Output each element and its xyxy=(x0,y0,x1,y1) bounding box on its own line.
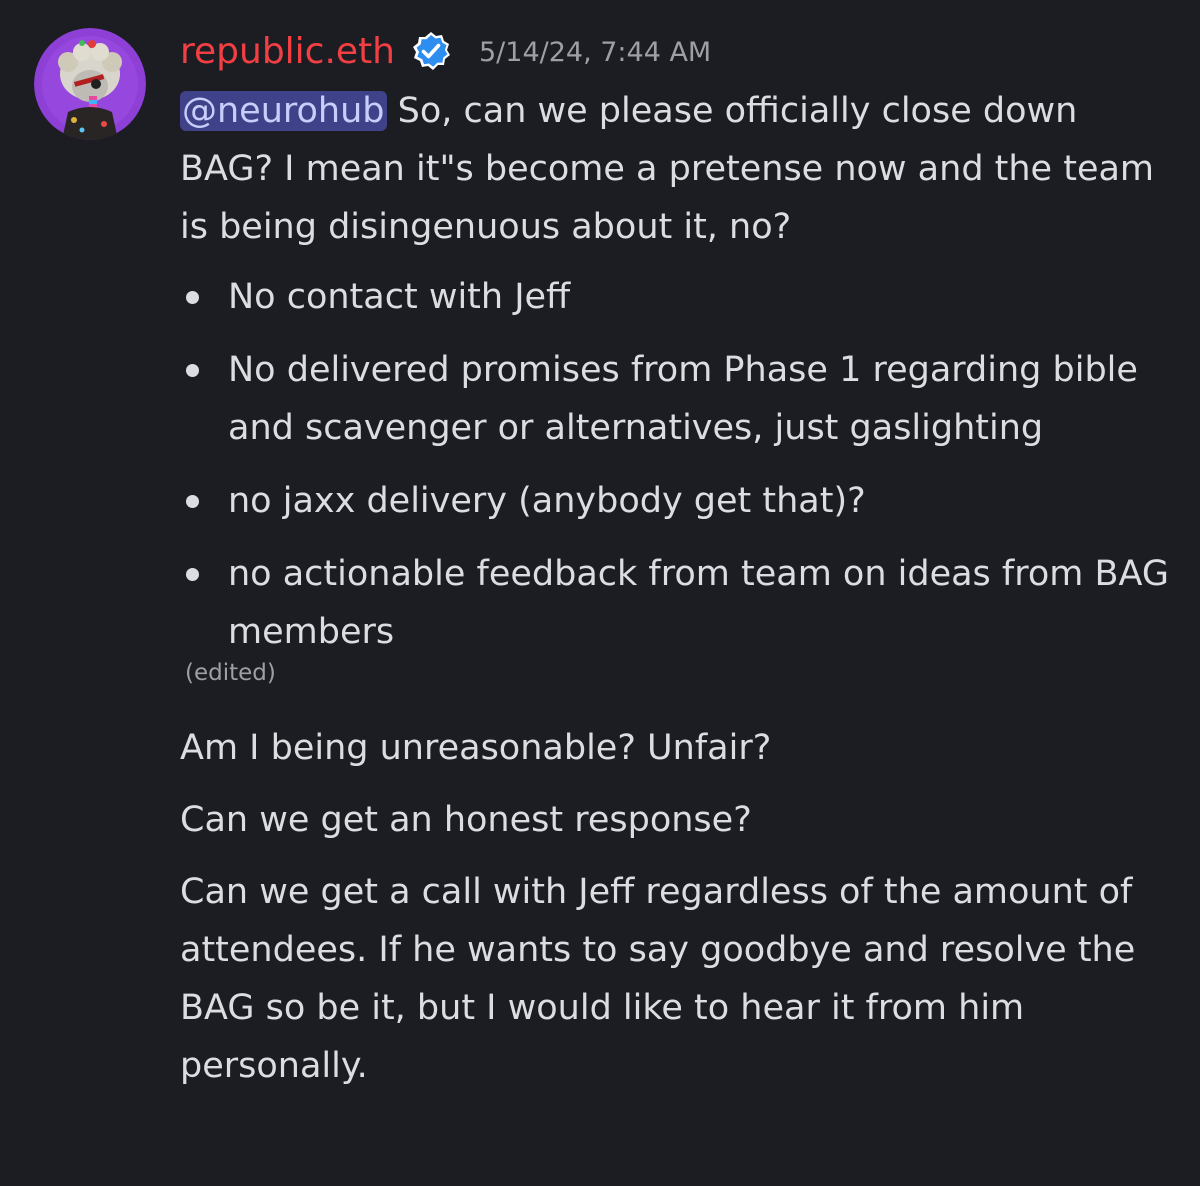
timestamp[interactable]: 5/14/24, 7:44 AM xyxy=(479,37,711,68)
user-mention[interactable]: @neurohub xyxy=(180,91,387,131)
bullet-text: no jaxx delivery (anybody get that)? xyxy=(228,481,866,521)
edited-label[interactable]: (edited) xyxy=(185,658,1170,688)
bullet-text: No contact with Jeff xyxy=(228,277,571,317)
message-body-intro: @neurohub So, can we please officially c… xyxy=(180,82,1170,256)
bullet-icon xyxy=(186,495,199,508)
avatar[interactable] xyxy=(34,28,146,140)
bullet-text: No delivered promises from Phase 1 regar… xyxy=(228,350,1138,448)
bullet-list: No contact with Jeff No delivered promis… xyxy=(180,268,1170,661)
message-header: republic.eth 5/14/24, 7:44 AM xyxy=(180,22,1170,82)
list-item: No delivered promises from Phase 1 regar… xyxy=(180,341,1170,457)
bullet-icon xyxy=(186,291,199,304)
bullet-icon xyxy=(186,568,199,581)
bullet-text: no actionable feedback from team on idea… xyxy=(228,554,1169,652)
list-item: No contact with Jeff xyxy=(180,268,1170,326)
username[interactable]: republic.eth xyxy=(180,34,395,70)
avatar-image xyxy=(34,28,146,140)
list-item: no jaxx delivery (anybody get that)? xyxy=(180,472,1170,530)
followup-text: Am I being unreasonable? Unfair? xyxy=(180,728,772,768)
bullet-icon xyxy=(186,364,199,377)
followup-text: Can we get a call with Jeff regardless o… xyxy=(180,872,1136,1086)
message-content: republic.eth 5/14/24, 7:44 AM @neurohub … xyxy=(180,22,1170,1095)
followup-text: Can we get an honest response? xyxy=(180,800,752,840)
verified-badge-icon xyxy=(409,30,453,74)
list-item: no actionable feedback from team on idea… xyxy=(180,545,1170,661)
